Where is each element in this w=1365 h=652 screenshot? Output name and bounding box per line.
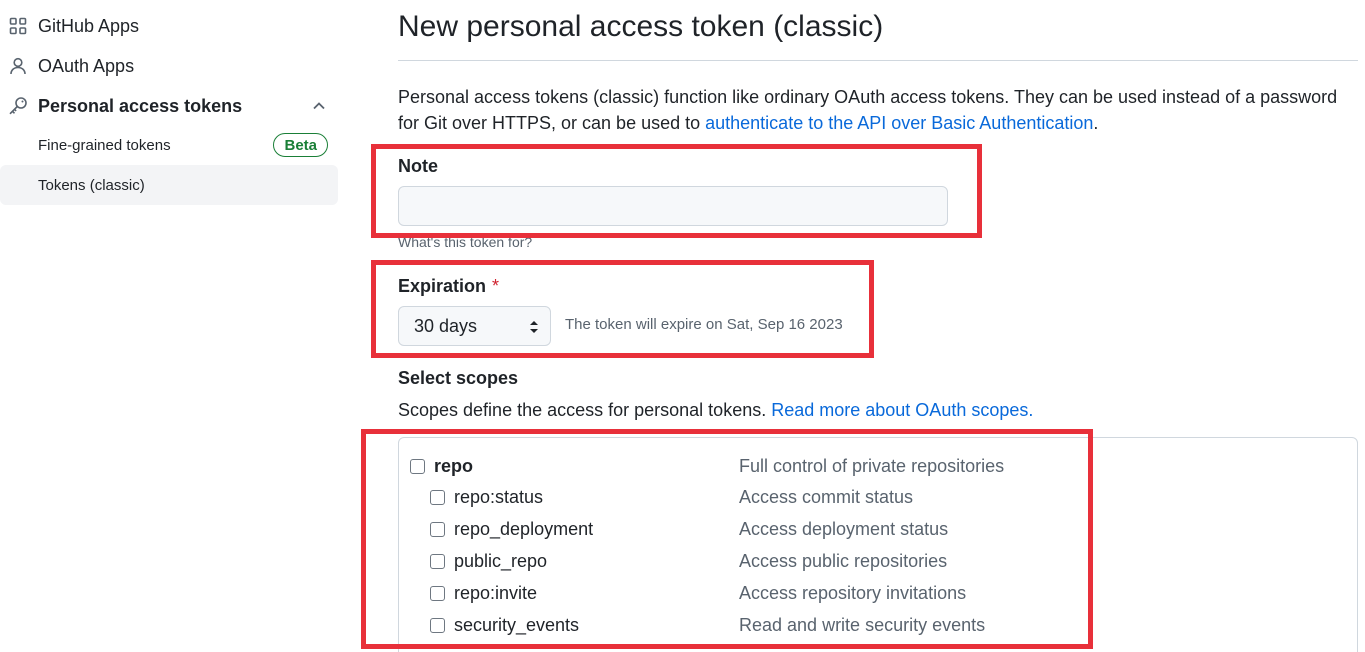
scope-row-public-repo: public_repo Access public repositories	[399, 547, 1359, 575]
scopes-description: Scopes define the access for personal to…	[398, 400, 1033, 421]
sidebar-item-github-apps[interactable]: GitHub Apps	[0, 8, 338, 44]
expiration-label: Expiration *	[398, 276, 499, 297]
scope-checkbox-public-repo[interactable]	[430, 554, 445, 569]
scope-row-repo-invite: repo:invite Access repository invitation…	[399, 579, 1359, 607]
scope-name: security_events	[454, 615, 580, 635]
sidebar-item-oauth-apps[interactable]: OAuth Apps	[0, 48, 338, 84]
oauth-scopes-link[interactable]: Read more about OAuth scopes.	[771, 400, 1033, 420]
scope-row-security-events: security_events Read and write security …	[399, 611, 1359, 639]
settings-sidebar: GitHub Apps OAuth Apps Personal access t…	[0, 0, 340, 652]
title-divider	[398, 60, 1358, 61]
scope-description: Full control of private repositories	[739, 456, 1005, 476]
intro-paragraph: Personal access tokens (classic) functio…	[398, 84, 1358, 136]
sidebar-item-fine-grained-tokens[interactable]: Fine-grained tokens Beta	[0, 125, 338, 165]
scope-name: repo_deployment	[454, 519, 594, 539]
scope-checkbox-repo-invite[interactable]	[430, 586, 445, 601]
sidebar-item-label: OAuth Apps	[38, 55, 135, 76]
scope-description: Access public repositories	[739, 551, 948, 571]
beta-badge: Beta	[273, 133, 328, 157]
select-arrows-icon	[528, 319, 540, 335]
scopes-list: repo Full control of private repositorie…	[398, 437, 1358, 652]
scope-row-repo: repo Full control of private repositorie…	[399, 452, 1359, 480]
person-icon	[8, 56, 28, 76]
scope-name: repo:status	[454, 487, 544, 507]
select-scopes-label: Select scopes	[398, 368, 519, 388]
sidebar-item-label: Tokens (classic)	[38, 176, 145, 194]
expiration-select[interactable]: 30 days	[398, 306, 551, 346]
expiration-label-text: Expiration	[398, 276, 487, 296]
key-icon	[8, 96, 28, 116]
scopes-description-text: Scopes define the access for personal to…	[398, 400, 772, 420]
intro-end: .	[1093, 113, 1099, 133]
expiration-selected-value: 30 days	[414, 315, 478, 336]
scope-row-repo-deployment: repo_deployment Access deployment status	[399, 515, 1359, 543]
sidebar-item-personal-access-tokens[interactable]: Personal access tokens	[0, 88, 338, 124]
sidebar-item-label: GitHub Apps	[38, 15, 140, 36]
scope-description: Access deployment status	[739, 519, 949, 539]
scope-checkbox-repo-deployment[interactable]	[430, 522, 445, 537]
scope-description: Access commit status	[739, 487, 914, 507]
sidebar-item-label: Fine-grained tokens	[38, 136, 171, 154]
required-mark: *	[492, 276, 500, 296]
scope-checkbox-security-events[interactable]	[430, 618, 445, 633]
note-input[interactable]	[398, 186, 948, 226]
scope-checkbox-repo-status[interactable]	[430, 490, 445, 505]
scope-row-repo-status: repo:status Access commit status	[399, 483, 1359, 511]
sidebar-item-tokens-classic[interactable]: Tokens (classic)	[0, 165, 338, 205]
note-help-text: What's this token for?	[398, 234, 533, 250]
sidebar-item-label: Personal access tokens	[38, 95, 243, 116]
scope-name: repo:invite	[454, 583, 538, 603]
chevron-up-icon[interactable]	[310, 97, 328, 115]
expiration-note: The token will expire on Sat, Sep 16 202…	[565, 316, 843, 333]
scope-description: Access repository invitations	[739, 583, 967, 603]
scope-name: repo	[434, 456, 474, 476]
apps-grid-icon	[8, 16, 28, 36]
note-label: Note	[398, 156, 438, 176]
basic-auth-link[interactable]: authenticate to the API over Basic Authe…	[705, 113, 1093, 133]
scope-name: public_repo	[454, 551, 548, 571]
page-title: New personal access token (classic)	[398, 10, 884, 43]
scope-description: Read and write security events	[739, 615, 986, 635]
scope-checkbox-repo[interactable]	[410, 459, 425, 474]
